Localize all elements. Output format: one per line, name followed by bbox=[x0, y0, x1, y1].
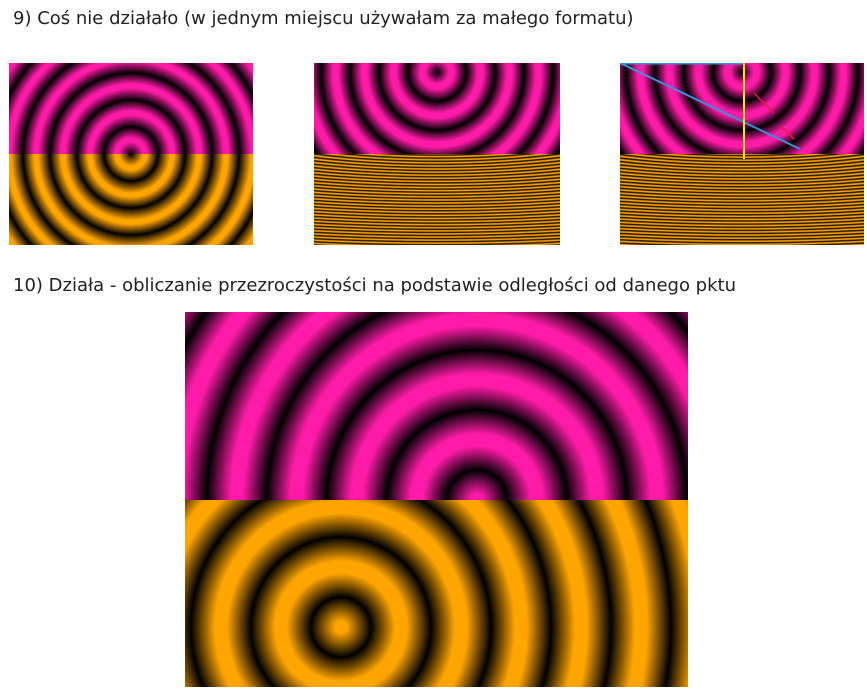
section-10-heading: 10) Działa - obliczanie przezroczystości… bbox=[13, 275, 736, 296]
pink-gradient-half bbox=[185, 312, 688, 500]
debug-lines-overlay bbox=[620, 63, 801, 159]
section-9-heading: 9) Coś nie działało (w jednym miejscu uż… bbox=[13, 8, 634, 29]
orange-gradient-half bbox=[9, 154, 253, 245]
red-marker-line bbox=[753, 92, 775, 114]
blue-diagonal-line bbox=[620, 63, 801, 150]
screenshot-circles-centered bbox=[9, 63, 253, 245]
pink-gradient-half bbox=[9, 63, 253, 154]
red-marker-line bbox=[781, 126, 795, 140]
orange-gradient-half bbox=[185, 499, 688, 687]
pink-gradient-half bbox=[314, 63, 560, 154]
orange-gradient-half bbox=[314, 154, 560, 245]
screenshot-wrong-format bbox=[314, 63, 560, 245]
screenshot-debug-lines bbox=[620, 63, 864, 245]
screenshot-working-result bbox=[185, 312, 688, 687]
